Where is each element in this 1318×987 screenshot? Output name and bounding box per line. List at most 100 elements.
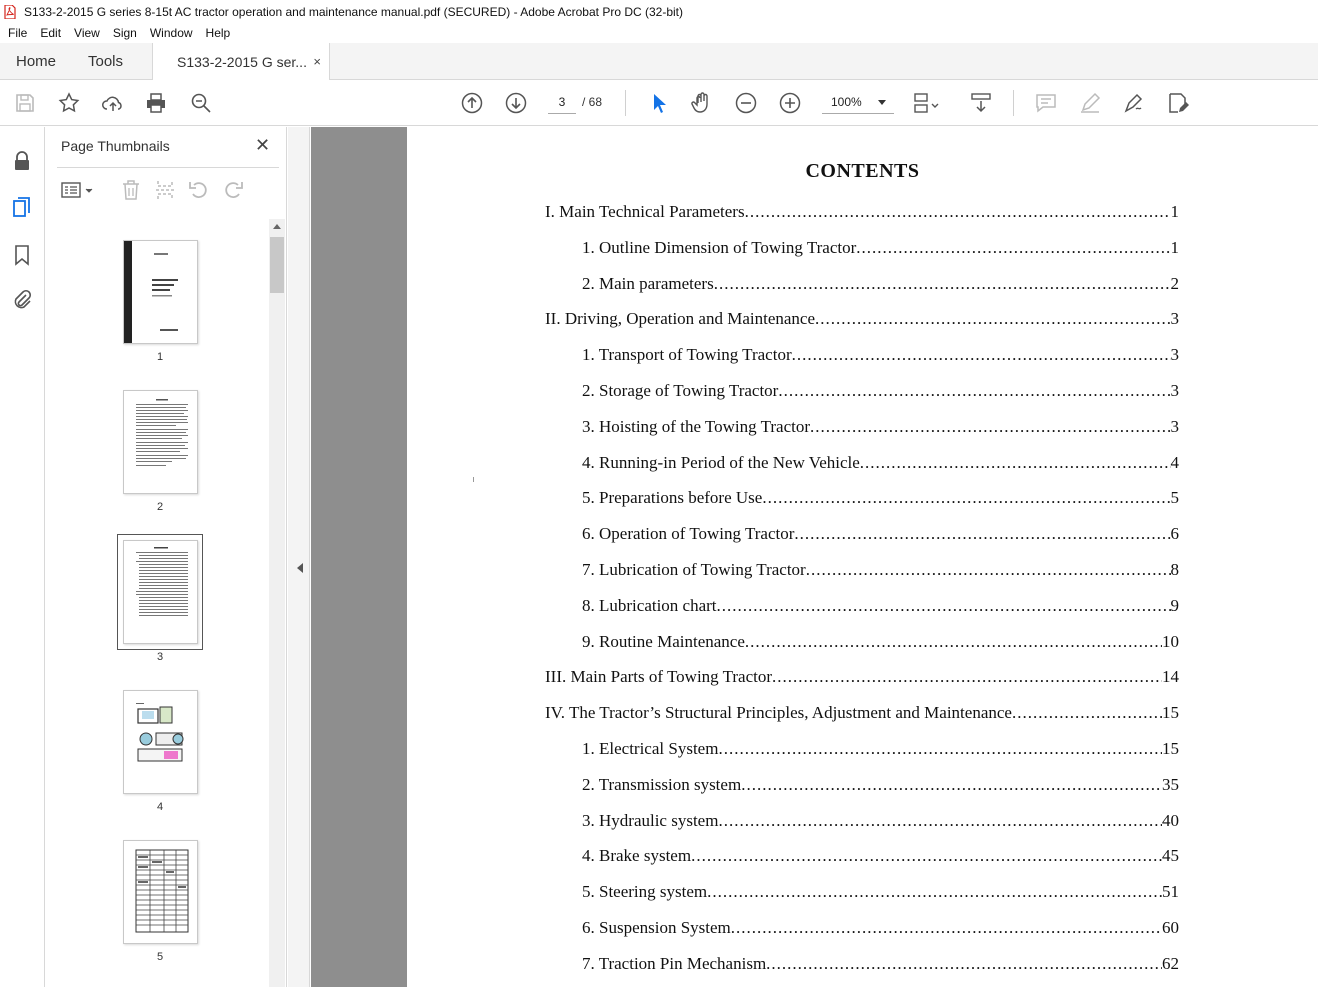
sign-pen-icon[interactable] <box>1121 90 1147 116</box>
toc-entry[interactable]: 4. Brake system 45 <box>582 846 1179 866</box>
comment-icon[interactable] <box>1033 90 1059 116</box>
close-panel-icon[interactable]: ✕ <box>255 135 270 156</box>
toc-entry-title: 9. Routine Maintenance <box>582 631 745 651</box>
toc-entry[interactable]: 1. Transport of Towing Tractor 3 <box>582 345 1179 365</box>
menu-view[interactable]: View <box>74 26 100 40</box>
page-thumbnails-icon[interactable] <box>10 195 34 219</box>
toc-entry[interactable]: II. Driving, Operation and Maintenance 3 <box>545 309 1179 329</box>
toc-entry-page-number: 14 <box>1162 667 1179 687</box>
bookmarks-icon[interactable] <box>10 243 34 267</box>
zoom-in-icon[interactable] <box>777 90 803 116</box>
menu-help[interactable]: Help <box>206 26 231 40</box>
toc-entry[interactable]: 8. Lubrication chart 9 <box>582 596 1179 616</box>
hand-tool-icon[interactable] <box>689 90 715 116</box>
tab-home[interactable]: Home <box>16 43 56 80</box>
collapse-arrow-icon[interactable] <box>297 563 303 573</box>
page-display-icon[interactable] <box>912 90 948 116</box>
menu-bar: File Edit View Sign Window Help <box>0 23 1318 43</box>
toc-entry[interactable]: 1. Electrical System 15 <box>582 739 1179 759</box>
menu-sign[interactable]: Sign <box>113 26 137 40</box>
toc-leader-dots <box>691 846 1162 866</box>
toc-entry[interactable]: 4. Running-in Period of the New Vehicle 4 <box>582 453 1179 473</box>
scroll-mode-icon[interactable] <box>968 90 994 116</box>
rotate-clockwise-icon[interactable] <box>221 178 245 202</box>
panel-collapse-strip[interactable] <box>288 127 310 987</box>
toc-entry[interactable]: 3. Hoisting of the Towing Tractor 3 <box>582 417 1179 437</box>
toc-entry-page-number: 15 <box>1162 703 1179 723</box>
menu-file[interactable]: File <box>8 26 27 40</box>
rotate-counterclockwise-icon[interactable] <box>187 178 211 202</box>
toc-entry[interactable]: 9. Routine Maintenance 10 <box>582 632 1179 652</box>
delete-page-icon[interactable] <box>119 178 143 202</box>
toc-entry-title: 7. Traction Pin Mechanism <box>582 953 767 973</box>
toc-entry-title: 3. Hoisting of the Towing Tractor <box>582 416 810 436</box>
toc-entry[interactable]: 1. Outline Dimension of Towing Tractor 1 <box>582 238 1179 258</box>
toc-leader-dots <box>762 488 1170 508</box>
toc-entry[interactable]: 2. Main parameters 2 <box>582 274 1179 294</box>
toc-leader-dots <box>806 560 1171 580</box>
toc-entry-page-number: 9 <box>1170 595 1180 615</box>
tab-tools[interactable]: Tools <box>88 43 123 80</box>
page-total-label: / 68 <box>582 95 603 109</box>
toc-entry[interactable]: III. Main Parts of Towing Tractor 14 <box>545 667 1179 687</box>
thumbnail-page-5[interactable] <box>123 840 198 944</box>
zoom-level-select[interactable]: 100% <box>822 90 894 114</box>
cloud-upload-icon[interactable] <box>100 90 126 116</box>
thumbnail-page-3[interactable] <box>123 540 198 644</box>
lock-icon[interactable] <box>10 149 34 173</box>
title-bar: S133-2-2015 G series 8-15t AC tractor op… <box>0 0 1318 23</box>
thumbnail-page-2[interactable] <box>123 390 198 494</box>
toc-entry[interactable]: 7. Lubrication of Towing Tractor 8 <box>582 560 1179 580</box>
toc-entry[interactable]: 6. Operation of Towing Tractor 6 <box>582 524 1179 544</box>
toc-entry-page-number: 15 <box>1162 739 1179 758</box>
toc-page-preview-icon <box>136 547 188 616</box>
extract-page-icon[interactable] <box>153 178 177 202</box>
toc-entry[interactable]: I. Main Technical Parameters 1 <box>545 202 1179 222</box>
toc-entry-title: III. Main Parts of Towing Tractor <box>545 667 773 687</box>
thumbnail-page-1[interactable] <box>123 240 198 344</box>
attachments-paperclip-icon[interactable] <box>10 288 34 312</box>
toc-entry[interactable]: IV. The Tractor’s Structural Principles,… <box>545 703 1179 723</box>
toc-leader-dots <box>718 739 1162 759</box>
toc-entry[interactable]: 2. Storage of Towing Tractor 3 <box>582 381 1179 401</box>
previous-page-icon[interactable] <box>459 90 485 116</box>
toc-entry[interactable]: 2. Transmission system 35 <box>582 775 1179 795</box>
toc-entry-title: 7. Lubrication of Towing Tractor <box>582 560 806 579</box>
toc-entry-page-number: 3 <box>1170 345 1180 365</box>
toc-entry-title: 8. Lubrication chart <box>582 595 717 615</box>
toc-entry[interactable]: 5. Preparations before Use 5 <box>582 488 1179 508</box>
print-icon[interactable] <box>143 90 169 116</box>
toc-leader-dots <box>731 918 1162 938</box>
toc-entry[interactable]: 6. Suspension System 60 <box>582 918 1179 938</box>
thumbnails-scrollbar[interactable] <box>269 219 285 987</box>
save-icon[interactable] <box>12 90 38 116</box>
toc-entry-page-number: 62 <box>1162 953 1179 973</box>
scrollbar-thumb[interactable] <box>270 237 284 293</box>
document-viewer[interactable]: CONTENTS I. Main Technical Parameters11.… <box>311 127 1318 987</box>
toc-entry-page-number: 60 <box>1162 918 1179 937</box>
thumbnail-options-icon[interactable] <box>59 178 95 202</box>
thumbnail-page-4[interactable] <box>123 690 198 794</box>
toc-entry[interactable]: 3. Hydraulic system 40 <box>582 811 1179 831</box>
bookmark-star-icon[interactable] <box>56 90 82 116</box>
zoom-search-icon[interactable] <box>188 90 214 116</box>
thumbnail-label-4: 4 <box>156 801 164 813</box>
toc-leader-dots <box>792 345 1171 365</box>
toc-entry-page-number: 40 <box>1162 810 1179 830</box>
redact-edit-icon[interactable] <box>1165 90 1191 116</box>
tab-document[interactable]: S133-2-2015 G ser... × <box>152 43 330 81</box>
close-tab-icon[interactable]: × <box>313 54 321 69</box>
toc-leader-dots <box>860 453 1171 473</box>
menu-edit[interactable]: Edit <box>40 26 61 40</box>
select-cursor-icon[interactable] <box>646 90 672 116</box>
menu-window[interactable]: Window <box>150 26 193 40</box>
page-mark <box>473 477 474 482</box>
page-number-input[interactable]: 3 <box>548 90 576 114</box>
scroll-up-arrow-icon[interactable] <box>273 224 281 229</box>
highlight-pen-icon[interactable] <box>1077 90 1103 116</box>
toc-entry[interactable]: 5. Steering system 51 <box>582 882 1179 902</box>
toc-leader-dots <box>1012 703 1162 723</box>
toc-entry[interactable]: 7. Traction Pin Mechanism 62 <box>582 954 1179 974</box>
next-page-icon[interactable] <box>503 90 529 116</box>
zoom-out-icon[interactable] <box>733 90 759 116</box>
